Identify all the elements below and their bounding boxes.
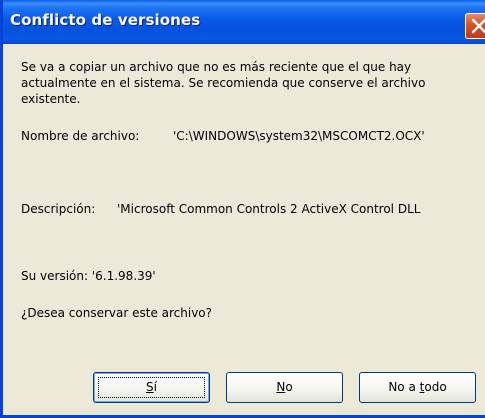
filename-value: 'C:\WINDOWS\system32\MSCOMCT2.OCX'	[173, 129, 425, 143]
dialog-window: Conflicto de versiones Se va a copiar un…	[0, 0, 485, 418]
filename-label: Nombre de archivo:	[21, 129, 140, 143]
message-line: Se va a copiar un archivo que no es más …	[21, 60, 412, 74]
message-line: actualmente en el sistema. Se recomienda…	[21, 76, 426, 90]
close-button[interactable]	[465, 13, 485, 39]
message-line: existente.	[21, 92, 81, 106]
description-label: Descripción:	[21, 202, 96, 216]
close-icon	[471, 18, 485, 34]
no-to-all-label-start: No a	[388, 380, 420, 394]
yes-button[interactable]: Sí	[93, 372, 210, 403]
dialog-title: Conflicto de versiones	[10, 11, 201, 29]
description-value: 'Microsoft Common Controls 2 ActiveX Con…	[117, 202, 421, 216]
no-mnemonic: N	[276, 380, 286, 394]
message-text: Se va a copiar un archivo que no es más …	[21, 59, 425, 107]
no-button[interactable]: No	[226, 372, 343, 403]
question-text: ¿Desea conservar este archivo?	[21, 306, 213, 320]
version-text: Su versión: '6.1.98.39'	[21, 269, 156, 283]
no-to-all-label-rest: odo	[424, 380, 447, 394]
title-bar[interactable]: Conflicto de versiones	[3, 0, 485, 44]
no-label-rest: o	[285, 380, 293, 394]
focus-rectangle	[98, 377, 205, 398]
no-to-all-button[interactable]: No a todo	[359, 372, 476, 403]
